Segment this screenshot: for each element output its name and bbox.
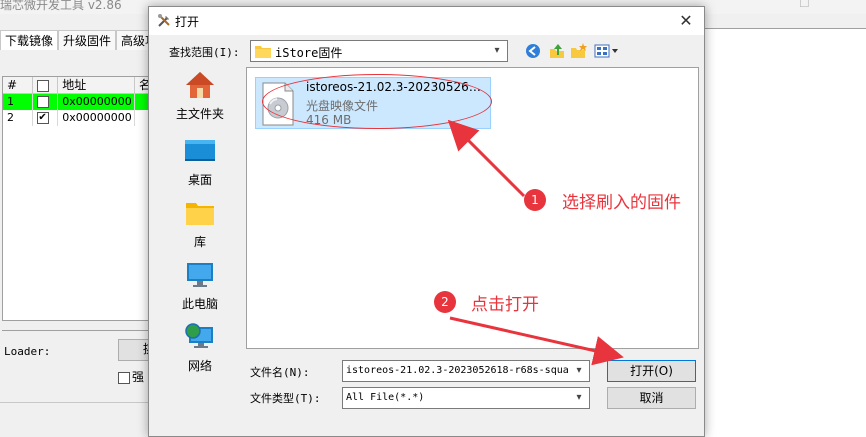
place-network[interactable]: 网络 (160, 319, 240, 381)
bg-partition-grid: # 地址 名 1 0x00000000 2 ✔ 0x00000000 (2, 76, 151, 321)
bg-tab-download-image[interactable]: 下载镜像 (0, 30, 59, 50)
places-bar: 主文件夹 桌面 库 此电脑 网络 (160, 67, 240, 397)
filetype-dropdown[interactable]: All File(*.*) ▾ (342, 387, 590, 409)
folder-icon (255, 44, 271, 58)
bg-loader-label: Loader: (4, 345, 51, 358)
network-icon (184, 321, 216, 353)
tools-icon (156, 13, 172, 29)
back-icon[interactable] (523, 41, 543, 61)
place-this-pc[interactable]: 此电脑 (160, 257, 240, 319)
filename-value: istoreos-21.02.3-2023052618-r68s-squa (346, 365, 569, 376)
chevron-down-icon[interactable]: ▾ (573, 391, 585, 405)
bg-tab-upgrade-firmware[interactable]: 升级固件 (58, 30, 117, 50)
library-icon (184, 197, 216, 229)
bg-row-num: 1 (3, 94, 33, 110)
place-library[interactable]: 库 (160, 195, 240, 257)
look-in-dropdown[interactable]: iStore固件 ▾ (250, 40, 508, 62)
place-label: 网络 (187, 359, 212, 373)
desktop-icon (184, 135, 216, 167)
place-label: 此电脑 (181, 297, 218, 311)
new-folder-icon[interactable] (569, 41, 589, 61)
step-1-badge: 1 (524, 189, 546, 211)
highlight-ellipse (262, 74, 492, 129)
bg-col-num: # (3, 77, 33, 93)
computer-icon (184, 259, 216, 291)
open-button[interactable]: 打开(O) (607, 360, 696, 382)
bg-row-checkbox[interactable]: ✔ (36, 112, 49, 124)
bg-loader-button[interactable]: 挑 (118, 339, 155, 361)
bg-row-checkbox[interactable] (36, 96, 49, 108)
bg-col-name: 名 (135, 77, 151, 93)
place-desktop[interactable]: 桌面 (160, 133, 240, 195)
chevron-down-icon[interactable]: ▾ (573, 364, 585, 378)
bg-tabbar: 下载镜像 升级固件 高级功 (0, 30, 163, 50)
bg-header-checkbox[interactable] (36, 79, 49, 92)
home-icon (184, 69, 216, 101)
place-home-folder[interactable]: 主文件夹 (160, 67, 240, 129)
step-2-badge: 2 (434, 291, 456, 313)
bg-col-address: 地址 (58, 77, 135, 93)
bg-force-label: 强 (132, 370, 145, 384)
open-file-dialog: 打开 ✕ 查找范围(I): iStore固件 ▾ 主文件夹 桌面 库 此电脑 网… (148, 6, 705, 437)
bg-grid-scrollbar[interactable] (2, 322, 150, 331)
place-label: 库 (193, 235, 206, 249)
bg-row-address: 0x00000000 (58, 110, 136, 126)
look-in-value: iStore固件 (275, 46, 343, 60)
bg-row-address: 0x00000000 (58, 94, 136, 110)
dialog-title: 打开 (175, 15, 200, 29)
bg-grid-header: # 地址 名 (3, 77, 151, 94)
place-label: 桌面 (187, 173, 212, 187)
bg-row-check[interactable]: ✔ (33, 110, 59, 126)
bg-divider (0, 402, 148, 403)
bg-force-option[interactable]: 强 (118, 368, 144, 385)
bg-force-checkbox[interactable] (118, 371, 130, 384)
step-1-text: 选择刷入的固件 (562, 193, 681, 213)
bg-row-num: 2 (3, 110, 33, 126)
bg-app-title: 瑞芯微开发工具 v2.86 (0, 0, 122, 12)
filetype-value: All File(*.*) (346, 392, 425, 403)
table-row[interactable]: 1 0x00000000 (3, 94, 149, 110)
table-row[interactable]: 2 ✔ 0x00000000 (3, 110, 149, 126)
filetype-label: 文件类型(T): (250, 392, 321, 405)
look-in-label: 查找范围(I): (169, 46, 240, 59)
cancel-button[interactable]: 取消 (607, 387, 696, 409)
step-2-text: 点击打开 (471, 295, 539, 315)
chevron-down-icon[interactable]: ▾ (491, 44, 503, 58)
filename-input[interactable]: istoreos-21.02.3-2023052618-r68s-squa ▾ (342, 360, 590, 382)
bg-maximize-icon[interactable]: ☐ (799, 0, 815, 10)
up-folder-icon[interactable] (547, 41, 567, 61)
bg-row-check[interactable] (32, 94, 59, 110)
dialog-titlebar: 打开 ✕ (149, 7, 704, 35)
place-label: 主文件夹 (175, 107, 224, 121)
view-menu-icon[interactable] (593, 41, 621, 61)
filename-label: 文件名(N): (250, 366, 310, 379)
close-icon[interactable]: ✕ (676, 11, 696, 31)
bg-col-check[interactable] (33, 77, 59, 93)
